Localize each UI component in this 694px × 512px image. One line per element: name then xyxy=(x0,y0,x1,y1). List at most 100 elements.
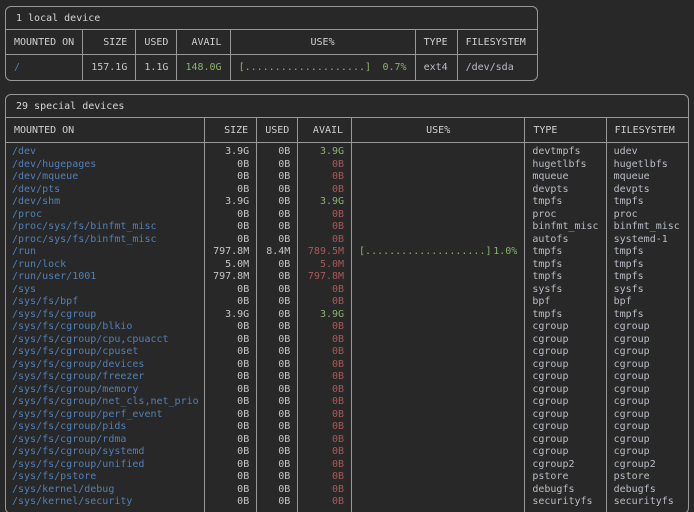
size-cell: 797.8M xyxy=(205,271,257,284)
col-header-filesystem: FILESYSTEM xyxy=(457,30,537,55)
size-cell: 0B xyxy=(205,296,257,309)
device-row: /sys/fs/cgroup/net_cls,net_prio0B0B0Bcgr… xyxy=(6,396,688,409)
mounted-on-cell: /sys/fs/cgroup/devices xyxy=(6,359,205,372)
size-cell: 0B xyxy=(205,284,257,297)
size-cell: 0B xyxy=(205,396,257,409)
use-percent-cell xyxy=(352,496,525,512)
size-cell: 0B xyxy=(205,484,257,497)
filesystem-cell: tmpfs xyxy=(606,271,688,284)
use-percent-cell xyxy=(352,359,525,372)
used-cell: 0B xyxy=(257,296,298,309)
type-cell: sysfs xyxy=(525,284,606,297)
col-header-avail: AVAIL xyxy=(177,30,230,55)
filesystem-cell: tmpfs xyxy=(606,246,688,259)
used-cell: 0B xyxy=(257,446,298,459)
type-cell: cgroup xyxy=(525,434,606,447)
used-cell: 0B xyxy=(257,271,298,284)
size-cell: 0B xyxy=(205,321,257,334)
filesystem-cell: tmpfs xyxy=(606,309,688,322)
size-cell: 0B xyxy=(205,471,257,484)
col-header-size: SIZE xyxy=(205,118,257,143)
mounted-on-cell: /sys/fs/bpf xyxy=(6,296,205,309)
mounted-on-cell: /sys/fs/cgroup/systemd xyxy=(6,446,205,459)
device-row: /sys0B0B0Bsysfssysfs xyxy=(6,284,688,297)
use-percent-cell xyxy=(352,446,525,459)
use-percent-cell xyxy=(352,471,525,484)
filesystem-cell: bpf xyxy=(606,296,688,309)
use-percent-cell: [....................]0.7% xyxy=(230,55,415,81)
type-cell: proc xyxy=(525,209,606,222)
use-percent-cell xyxy=(352,321,525,334)
mounted-on-cell: /sys/fs/cgroup xyxy=(6,309,205,322)
size-cell: 157.1G xyxy=(83,55,136,81)
type-cell: cgroup xyxy=(525,371,606,384)
device-row: /dev3.9G0B3.9Gdevtmpfsudev xyxy=(6,143,688,159)
avail-cell: 0B xyxy=(298,409,352,422)
type-cell: tmpfs xyxy=(525,259,606,272)
avail-cell: 0B xyxy=(298,421,352,434)
used-cell: 0B xyxy=(257,334,298,347)
mounted-on-cell: /run xyxy=(6,246,205,259)
col-header-use: USE% xyxy=(230,30,415,55)
type-cell: devpts xyxy=(525,184,606,197)
type-cell: cgroup xyxy=(525,346,606,359)
used-cell: 0B xyxy=(257,234,298,247)
size-cell: 0B xyxy=(205,446,257,459)
col-header-type: TYPE xyxy=(415,30,457,55)
device-row: /sys/fs/cgroup/cpu,cpuacct0B0B0Bcgroupcg… xyxy=(6,334,688,347)
filesystem-cell: pstore xyxy=(606,471,688,484)
use-percent-cell xyxy=(352,296,525,309)
device-row: /sys/fs/cgroup/freezer0B0B0Bcgroupcgroup xyxy=(6,371,688,384)
mounted-on-cell: /sys/fs/cgroup/freezer xyxy=(6,371,205,384)
type-cell: cgroup xyxy=(525,359,606,372)
size-cell: 0B xyxy=(205,334,257,347)
avail-cell: 0B xyxy=(298,221,352,234)
size-cell: 0B xyxy=(205,359,257,372)
avail-cell: 148.0G xyxy=(177,55,230,81)
size-cell: 3.9G xyxy=(205,196,257,209)
terminal-screen: { "colors": { "background": "#282828", "… xyxy=(0,0,694,512)
filesystem-cell: cgroup xyxy=(606,359,688,372)
used-cell: 0B xyxy=(257,221,298,234)
type-cell: tmpfs xyxy=(525,246,606,259)
mounted-on-cell: /proc/sys/fs/binfmt_misc xyxy=(6,221,205,234)
size-cell: 0B xyxy=(205,421,257,434)
mounted-on-cell: /sys/fs/cgroup/cpu,cpuacct xyxy=(6,334,205,347)
type-cell: cgroup xyxy=(525,421,606,434)
filesystem-cell: mqueue xyxy=(606,171,688,184)
mounted-on-cell: /run/user/1001 xyxy=(6,271,205,284)
type-cell: autofs xyxy=(525,234,606,247)
use-percent-cell xyxy=(352,171,525,184)
filesystem-cell: cgroup xyxy=(606,396,688,409)
type-cell: cgroup xyxy=(525,321,606,334)
used-cell: 0B xyxy=(257,143,298,159)
avail-cell: 797.8M xyxy=(298,271,352,284)
use-percent-cell xyxy=(352,384,525,397)
avail-cell: 0B xyxy=(298,334,352,347)
filesystem-cell: cgroup2 xyxy=(606,459,688,472)
use-percent-cell xyxy=(352,184,525,197)
avail-cell: 3.9G xyxy=(298,196,352,209)
use-percent-cell xyxy=(352,159,525,172)
type-cell: cgroup xyxy=(525,409,606,422)
type-cell: ext4 xyxy=(415,55,457,81)
avail-cell: 0B xyxy=(298,284,352,297)
used-cell: 0B xyxy=(257,284,298,297)
device-row: /run/user/1001797.8M0B797.8Mtmpfstmpfs xyxy=(6,271,688,284)
mounted-on-cell: /dev/mqueue xyxy=(6,171,205,184)
used-cell: 0B xyxy=(257,371,298,384)
used-cell: 8.4M xyxy=(257,246,298,259)
use-percent-cell xyxy=(352,259,525,272)
type-cell: securityfs xyxy=(525,496,606,512)
size-cell: 3.9G xyxy=(205,309,257,322)
local-devices-title: 1 local device xyxy=(6,7,537,30)
use-percent-cell xyxy=(352,434,525,447)
use-percent-cell xyxy=(352,421,525,434)
size-cell: 0B xyxy=(205,371,257,384)
size-cell: 0B xyxy=(205,221,257,234)
filesystem-cell: cgroup xyxy=(606,334,688,347)
avail-cell: 0B xyxy=(298,296,352,309)
avail-cell: 3.9G xyxy=(298,309,352,322)
type-cell: tmpfs xyxy=(525,271,606,284)
use-percent-cell xyxy=(352,334,525,347)
